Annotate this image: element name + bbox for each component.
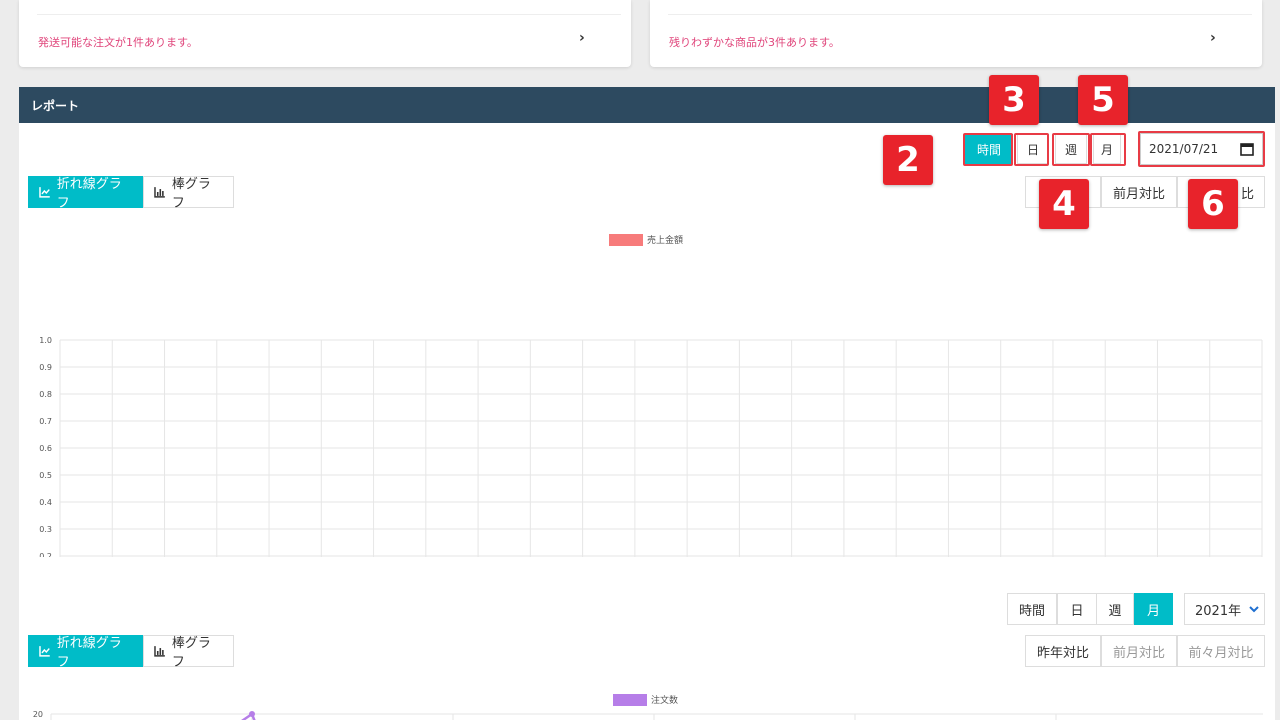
compare-prev-month-button[interactable]: 前月対比 — [1101, 176, 1177, 208]
bottom-bar-chart-button[interactable]: 棒グラフ — [143, 635, 234, 670]
sales-line-chart: 00.10.20.30.40.50.60.70.80.91.000:00-00:… — [39, 336, 1263, 557]
year-select-value: 2021年 — [1195, 603, 1242, 619]
bottom-compare-prev2-month-button[interactable]: 前々月対比 — [1177, 635, 1265, 667]
bottom-period-hour-button[interactable]: 時間 — [1007, 593, 1057, 625]
annotation-badge-6: 6 — [1188, 179, 1238, 229]
divider — [668, 14, 1252, 15]
annotation-box-day — [1014, 133, 1049, 166]
chevron-right-icon[interactable]: › — [579, 30, 585, 46]
annotation-box-month — [1090, 133, 1126, 166]
bar-chart-label: 棒グラフ — [171, 177, 211, 211]
annotation-badge-5: 5 — [1078, 75, 1128, 125]
chevron-right-icon[interactable]: › — [1210, 30, 1216, 46]
y-tick-label: 0.4 — [39, 498, 52, 507]
line-chart-icon — [39, 646, 50, 657]
line-chart-button[interactable]: 折れ線グラフ — [28, 176, 144, 211]
low-stock-message[interactable]: 残りわずかな商品が3件あります。 — [669, 34, 840, 50]
orders-line-chart: 20 — [33, 710, 1263, 720]
y-tick-label: 0.2 — [39, 552, 52, 557]
bottom-compare-prev-year-button[interactable]: 昨年対比 — [1025, 635, 1101, 667]
line-chart-label: 折れ線グラフ — [56, 177, 122, 211]
annotation-box-hour — [963, 133, 1013, 166]
legend-swatch — [613, 693, 647, 706]
bottom-line-chart-button[interactable]: 折れ線グラフ — [28, 635, 144, 670]
bottom-period-week-button[interactable]: 週 — [1096, 593, 1134, 625]
low-stock-card[interactable]: 残りわずかな商品が3件あります。 › — [650, 0, 1262, 67]
y-tick-label: 1.0 — [39, 336, 52, 345]
y-tick-label: 0.6 — [39, 444, 52, 453]
line-chart-icon — [39, 187, 50, 198]
shippable-orders-message[interactable]: 発送可能な注文が1件あります。 — [38, 34, 198, 50]
y-tick-label: 0.9 — [39, 363, 52, 372]
bottom-period-day-button[interactable]: 日 — [1057, 593, 1097, 625]
bar-chart-button[interactable]: 棒グラフ — [143, 176, 234, 211]
year-select[interactable]: 2021年 — [1184, 593, 1265, 625]
annotation-box-date — [1138, 131, 1265, 167]
report-title: レポート — [31, 99, 80, 113]
y-tick-label: 0.5 — [39, 471, 52, 480]
annotation-badge-3: 3 — [989, 75, 1039, 125]
bottom-compare-prev-month-button[interactable]: 前月対比 — [1101, 635, 1177, 667]
shippable-orders-card[interactable]: 発送可能な注文が1件あります。 › — [19, 0, 631, 67]
bar-chart-icon — [154, 646, 165, 657]
line-chart-label: 折れ線グラフ — [56, 636, 122, 670]
y-tick-label: 0.8 — [39, 390, 52, 399]
annotation-badge-2: 2 — [883, 135, 933, 185]
annotation-badge-4: 4 — [1039, 179, 1089, 229]
chevron-down-icon — [1249, 606, 1259, 613]
bar-chart-label: 棒グラフ — [171, 636, 211, 670]
y-tick-label: 20 — [33, 710, 43, 719]
divider — [37, 14, 621, 15]
orders-data-point — [249, 711, 255, 717]
bar-chart-icon — [154, 187, 165, 198]
y-tick-label: 0.3 — [39, 525, 52, 534]
y-tick-label: 0.7 — [39, 417, 52, 426]
bottom-period-month-button[interactable]: 月 — [1134, 593, 1173, 625]
annotation-box-week — [1052, 133, 1090, 166]
